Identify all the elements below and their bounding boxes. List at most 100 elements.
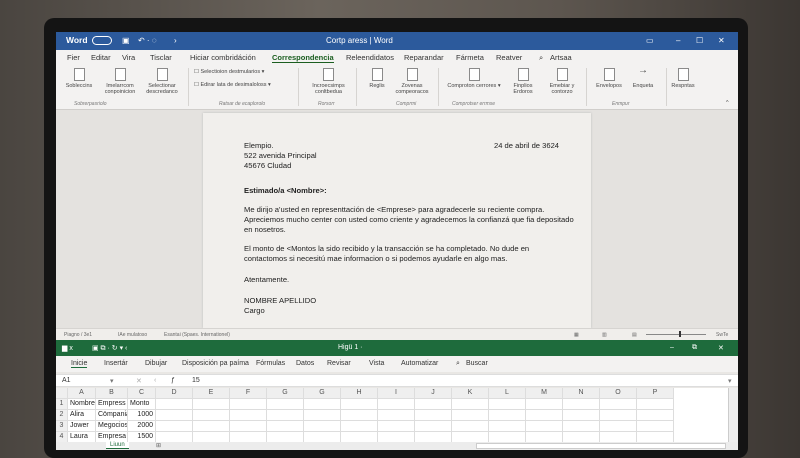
zoom-slider[interactable] <box>646 334 706 335</box>
cell[interactable]: Jower <box>68 421 96 432</box>
cell[interactable] <box>193 421 230 432</box>
minimize-button[interactable]: – <box>676 36 680 45</box>
cell[interactable] <box>304 410 341 421</box>
cell[interactable] <box>415 410 452 421</box>
cell[interactable] <box>415 399 452 410</box>
tab-hiciar[interactable]: Hiciar combridáción <box>190 53 256 62</box>
tab-reparandar[interactable]: Reparandar <box>404 53 444 62</box>
word-count[interactable]: IAe mulatoso <box>118 332 147 338</box>
cell[interactable] <box>156 399 193 410</box>
cell[interactable] <box>378 421 415 432</box>
row-header[interactable]: 3 <box>56 421 68 432</box>
cell[interactable] <box>489 399 526 410</box>
tab-tisclar[interactable]: Tisclar <box>150 53 172 62</box>
web-layout-icon[interactable]: ▤ <box>632 332 637 338</box>
cell[interactable] <box>267 399 304 410</box>
add-sheet-button[interactable]: ⊞ <box>156 442 161 449</box>
close-button[interactable]: ✕ <box>718 344 724 352</box>
page-count[interactable]: Piagno / 3e1 <box>64 332 92 338</box>
zoom-level[interactable]: SwTe <box>716 332 728 338</box>
column-header[interactable]: L <box>489 388 526 399</box>
ribbon-btn-emebiar[interactable]: Emebiar y contorzo <box>544 68 580 95</box>
cell[interactable]: Cömpania A <box>96 410 128 421</box>
sheet-tab[interactable]: Liuun <box>106 442 129 449</box>
ribbon-btn-reglis[interactable]: Reglis <box>362 68 392 89</box>
cell[interactable] <box>230 399 267 410</box>
minimize-button[interactable]: – <box>670 344 674 351</box>
vertical-scrollbar[interactable] <box>728 388 738 444</box>
tab-automatizar[interactable]: Automatizar <box>401 360 438 367</box>
cell[interactable]: 2000 <box>128 421 156 432</box>
tab-formulas[interactable]: Fórmulas <box>256 360 285 367</box>
column-header[interactable]: C <box>128 388 156 399</box>
spreadsheet-grid[interactable]: A B C D E F G G H I J K L M N O P 1 Nombre Empress Monto 2 Ali… <box>56 388 728 444</box>
tab-releendidatos[interactable]: Releendidatos <box>346 53 394 62</box>
column-header[interactable]: J <box>415 388 452 399</box>
ribbon-btn-selectionar[interactable]: Selectionar descredanco <box>142 68 182 95</box>
cell[interactable] <box>489 421 526 432</box>
column-header[interactable]: E <box>193 388 230 399</box>
ribbon-btn-finplios[interactable]: Finplios Erdoros <box>508 68 538 95</box>
cell[interactable] <box>563 421 600 432</box>
cell[interactable]: Empress <box>96 399 128 410</box>
cell[interactable] <box>600 410 637 421</box>
maximize-button[interactable]: ☐ <box>696 36 703 45</box>
column-header[interactable]: F <box>230 388 267 399</box>
name-box[interactable]: A1 <box>62 377 71 384</box>
ribbon-display-icon[interactable]: ▭ <box>646 36 654 45</box>
cell[interactable] <box>489 410 526 421</box>
cell[interactable] <box>563 399 600 410</box>
cell[interactable] <box>378 410 415 421</box>
zoom-slider-thumb[interactable] <box>679 331 681 337</box>
undo-icon[interactable]: ↶ · ◌ <box>138 36 157 45</box>
cell[interactable] <box>230 421 267 432</box>
document-page[interactable]: Elempio. 522 avenida Principal 45676 Clu… <box>203 113 591 328</box>
ribbon-btn-zovenas[interactable]: Zovenas compeoracos <box>392 68 432 95</box>
formula-input[interactable]: 15 <box>192 377 200 384</box>
ribbon-btn-check-errors[interactable]: Comproton cerrores ▾ <box>444 68 504 89</box>
horizontal-scrollbar[interactable] <box>476 443 726 449</box>
search-icon[interactable]: ⌕ <box>539 53 543 63</box>
column-header[interactable]: B <box>96 388 128 399</box>
ribbon-btn-envelopos[interactable]: Envelopos <box>592 68 626 89</box>
cell[interactable] <box>193 399 230 410</box>
tab-farmeta[interactable]: Fármeta <box>456 53 484 62</box>
save-icon[interactable]: ▣ <box>122 36 130 45</box>
row-header[interactable]: 1 <box>56 399 68 410</box>
ribbon-btn-sobleccins[interactable]: Sobleccins <box>64 68 94 89</box>
tab-disposicion[interactable]: Disposición pa paíma <box>182 360 249 367</box>
tab-inicie[interactable]: Inicie <box>71 360 88 368</box>
cell[interactable]: 1000 <box>128 410 156 421</box>
column-header[interactable]: A <box>68 388 96 399</box>
cell[interactable]: Alira <box>68 410 96 421</box>
row-header[interactable]: 2 <box>56 410 68 421</box>
ribbon-btn-insert-field[interactable]: Incroecsimps conltbedua <box>306 68 351 95</box>
cell[interactable] <box>563 410 600 421</box>
column-header[interactable]: G <box>304 388 341 399</box>
cell[interactable] <box>156 410 193 421</box>
tab-fier[interactable]: Fier <box>67 53 80 62</box>
cell[interactable] <box>341 410 378 421</box>
column-header[interactable]: O <box>600 388 637 399</box>
cell[interactable] <box>600 399 637 410</box>
cell[interactable]: Monto <box>128 399 156 410</box>
search-label[interactable]: Artsaa <box>550 53 572 62</box>
column-header[interactable]: P <box>637 388 674 399</box>
close-button[interactable]: ✕ <box>718 36 725 45</box>
cell[interactable] <box>267 421 304 432</box>
ribbon-btn-imelarrcom[interactable]: Imelarrcom conpoinicion <box>100 68 140 95</box>
cell[interactable] <box>637 421 674 432</box>
cell[interactable] <box>230 410 267 421</box>
ribbon-btn-select-recipients[interactable]: ☐ Selectioion destmularios ▾ <box>194 69 264 75</box>
search-label[interactable]: Buscar <box>466 360 488 367</box>
column-header[interactable]: N <box>563 388 600 399</box>
autosave-toggle[interactable] <box>92 36 112 45</box>
column-header[interactable]: M <box>526 388 563 399</box>
tab-vista[interactable]: Vista <box>369 360 384 367</box>
cell[interactable] <box>526 410 563 421</box>
cell[interactable] <box>378 399 415 410</box>
expand-formula-icon[interactable]: ▾ <box>728 377 732 385</box>
tab-correspondencia[interactable]: Correspondencia <box>272 53 334 63</box>
tab-reatver[interactable]: Reatver <box>496 53 522 62</box>
cancel-icon[interactable]: ✕ <box>136 377 142 385</box>
